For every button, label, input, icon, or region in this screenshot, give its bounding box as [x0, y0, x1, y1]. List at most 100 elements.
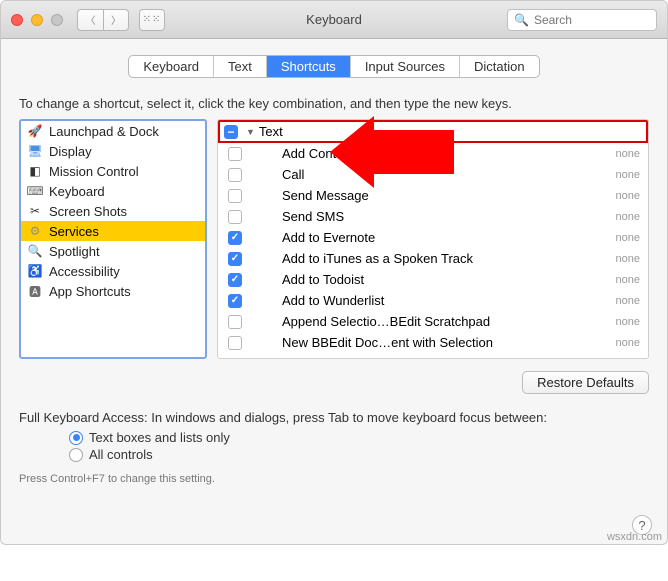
service-name: Add Contact	[282, 146, 616, 161]
group-label: Text	[259, 124, 283, 139]
sidebar-item-display[interactable]: 🖥 Display	[21, 141, 205, 161]
tab-dictation[interactable]: Dictation	[460, 56, 539, 77]
service-checkbox[interactable]	[228, 315, 242, 329]
tab-bar: KeyboardTextShortcutsInput SourcesDictat…	[1, 39, 667, 78]
fka-option-0[interactable]: Text boxes and lists only	[69, 429, 649, 446]
service-name: Append Selectio…BEdit Scratchpad	[282, 314, 616, 329]
service-name: New BBEdit Doc…ent with Selection	[282, 335, 616, 350]
service-row[interactable]: Callnone	[218, 164, 648, 185]
disclosure-triangle-icon[interactable]: ▼	[246, 127, 255, 137]
forward-button[interactable]: 〉	[103, 9, 129, 31]
sidebar-item-mission-control[interactable]: ◧Mission Control	[21, 161, 205, 181]
full-keyboard-access-options: Text boxes and lists onlyAll controls	[1, 429, 667, 463]
service-checkbox[interactable]	[228, 210, 242, 224]
service-checkbox[interactable]	[228, 168, 242, 182]
chevron-left-icon: 〈	[86, 12, 96, 27]
sidebar-item-screen-shots[interactable]: ✂ Screen Shots	[21, 201, 205, 221]
service-shortcut[interactable]: none	[616, 148, 640, 160]
service-checkbox[interactable]	[228, 336, 242, 350]
service-checkbox[interactable]	[228, 189, 242, 203]
service-checkbox[interactable]	[228, 231, 242, 245]
show-all-button[interactable]: ⁙⁙	[139, 9, 165, 31]
service-row[interactable]: Send SMSnone	[218, 206, 648, 227]
category-list[interactable]: 🚀 Launchpad & Dock 🖥 Display ◧Mission Contro…	[19, 119, 207, 359]
service-name: Send Message	[282, 188, 616, 203]
fka-hint: Press Control+F7 to change this setting.	[1, 463, 667, 495]
service-shortcut[interactable]: none	[616, 316, 640, 328]
service-shortcut[interactable]: none	[616, 169, 640, 181]
tab-shortcuts[interactable]: Shortcuts	[267, 56, 351, 77]
service-row[interactable]: Add to Wunderlistnone	[218, 290, 648, 311]
service-shortcut[interactable]: none	[616, 274, 640, 286]
sidebar-item-label: Display	[49, 144, 92, 159]
fka-option-1[interactable]: All controls	[69, 446, 649, 463]
service-row[interactable]: Send Messagenone	[218, 185, 648, 206]
service-row[interactable]: Add to Evernotenone	[218, 227, 648, 248]
service-name: Add to Evernote	[282, 230, 616, 245]
search-icon: 🔍	[514, 13, 529, 27]
sidebar-item-app-shortcuts[interactable]: 🅰App Shortcuts	[21, 281, 205, 301]
sidebar-item-keyboard[interactable]: ⌨ Keyboard	[21, 181, 205, 201]
shortcut-list[interactable]: ▼TextAdd ContactnoneCallnoneSend Message…	[217, 119, 649, 359]
service-name: Add to Wunderlist	[282, 293, 616, 308]
sidebar-item-launchpad-dock[interactable]: 🚀 Launchpad & Dock	[21, 121, 205, 141]
accessibility-icon: ♿	[27, 263, 43, 279]
display-icon: 🖥	[27, 143, 43, 159]
service-shortcut[interactable]: none	[616, 253, 640, 265]
sidebar-item-label: Launchpad & Dock	[49, 124, 159, 139]
radio-label: Text boxes and lists only	[89, 430, 230, 445]
service-row[interactable]: Append Selectio…BEdit Scratchpadnone	[218, 311, 648, 332]
sidebar-item-label: Accessibility	[49, 264, 120, 279]
chevron-right-icon: 〉	[111, 12, 121, 27]
service-name: Add to Todoist	[282, 272, 616, 287]
service-shortcut[interactable]: none	[616, 232, 640, 244]
radio-icon[interactable]	[69, 431, 83, 445]
service-shortcut[interactable]: none	[616, 295, 640, 307]
watermark: wsxdn.com	[607, 531, 662, 543]
service-row[interactable]: Add Contactnone	[218, 143, 648, 164]
search-input[interactable]	[534, 13, 668, 27]
sidebar-item-label: Screen Shots	[49, 204, 127, 219]
sidebar-item-services[interactable]: ⚙Services	[21, 221, 205, 241]
service-checkbox[interactable]	[228, 252, 242, 266]
service-shortcut[interactable]: none	[616, 337, 640, 349]
grid-icon: ⁙⁙	[143, 14, 162, 25]
service-shortcut[interactable]: none	[616, 190, 640, 202]
restore-defaults-button[interactable]: Restore Defaults	[522, 371, 649, 394]
service-row[interactable]: New BBEdit Doc…ent with Selectionnone	[218, 332, 648, 353]
sidebar-item-label: Keyboard	[49, 184, 105, 199]
service-checkbox[interactable]	[228, 147, 242, 161]
back-button[interactable]: 〈	[77, 9, 103, 31]
search-field[interactable]: 🔍	[507, 9, 657, 31]
launchpad-icon: 🚀	[27, 123, 43, 139]
group-row-text[interactable]: ▼ Text	[218, 120, 648, 143]
group-checkbox[interactable]	[224, 125, 238, 139]
full-keyboard-access-text: Full Keyboard Access: In windows and dia…	[1, 394, 667, 429]
screenshots-icon: ✂	[27, 203, 43, 219]
radio-icon[interactable]	[69, 448, 83, 462]
tab-keyboard[interactable]: Keyboard	[129, 56, 214, 77]
service-row[interactable]: Add to iTunes as a Spoken Tracknone	[218, 248, 648, 269]
spotlight-icon: 🔍	[27, 243, 43, 259]
zoom-icon[interactable]	[51, 14, 63, 26]
service-checkbox[interactable]	[228, 294, 242, 308]
sidebar-item-spotlight[interactable]: 🔍Spotlight	[21, 241, 205, 261]
app-shortcuts-icon: 🅰	[27, 283, 43, 299]
sidebar-item-accessibility[interactable]: ♿ Accessibility	[21, 261, 205, 281]
nav-buttons: 〈 〉	[77, 9, 129, 31]
keyboard-icon: ⌨	[27, 183, 43, 199]
sidebar-item-label: Mission Control	[49, 164, 139, 179]
service-row[interactable]: Add to Todoistnone	[218, 269, 648, 290]
service-checkbox[interactable]	[228, 273, 242, 287]
services-icon: ⚙	[27, 223, 43, 239]
close-icon[interactable]	[11, 14, 23, 26]
window-controls	[11, 14, 63, 26]
minimize-icon[interactable]	[31, 14, 43, 26]
service-name: Send SMS	[282, 209, 616, 224]
service-shortcut[interactable]: none	[616, 211, 640, 223]
tab-text[interactable]: Text	[214, 56, 267, 77]
preferences-window: 〈 〉 ⁙⁙ Keyboard 🔍 KeyboardTextShortcutsI…	[0, 0, 668, 545]
tab-input-sources[interactable]: Input Sources	[351, 56, 460, 77]
service-name: Add to iTunes as a Spoken Track	[282, 251, 616, 266]
instruction-text: To change a shortcut, select it, click t…	[1, 78, 667, 119]
